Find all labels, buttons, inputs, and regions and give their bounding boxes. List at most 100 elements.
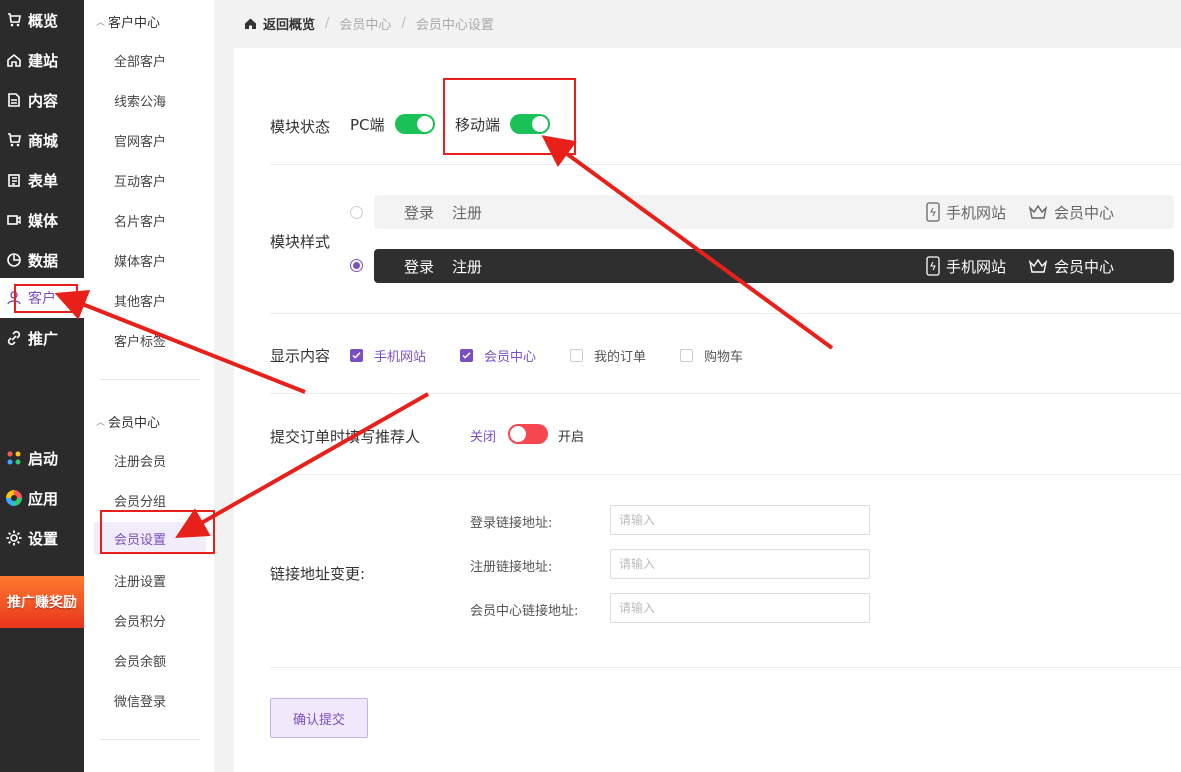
form-icon <box>4 170 24 190</box>
sub-item-interactive-customers[interactable]: 互动客户 <box>114 171 166 190</box>
mobile-toggle[interactable] <box>510 114 550 134</box>
mobile-label: 移动端 <box>455 116 501 134</box>
group-customer-center[interactable]: ︿ 客户中心 <box>96 12 160 31</box>
style-dark-radio[interactable] <box>350 259 363 272</box>
register-link-input[interactable] <box>610 549 870 579</box>
group-label: 会员中心 <box>108 416 161 431</box>
member-center-link-input[interactable] <box>610 593 870 623</box>
nav-label: 表单 <box>28 171 59 190</box>
sub-item-media-customers[interactable]: 媒体客户 <box>114 251 166 270</box>
sub-item-register-settings[interactable]: 注册设置 <box>114 571 166 590</box>
referrer-label: 提交订单时填写推荐人 <box>270 428 421 446</box>
nav-label: 启动 <box>28 449 59 468</box>
sub-item-customer-tags[interactable]: 客户标签 <box>114 331 166 350</box>
style-light-radio[interactable] <box>350 206 363 219</box>
style-dark-preview[interactable]: 登录 注册 手机网站 会员中心 <box>374 249 1174 283</box>
section-divider <box>270 393 1181 394</box>
section-divider <box>270 313 1181 314</box>
preview-mobile-site: 手机网站 <box>926 202 1006 223</box>
preview-member-center: 会员中心 <box>1028 256 1114 277</box>
phone-icon <box>926 256 940 276</box>
nav-item-settings[interactable]: 设置 <box>0 518 84 558</box>
nav-item-content[interactable]: 内容 <box>0 80 84 120</box>
sub-item-wechat-login[interactable]: 微信登录 <box>114 691 166 710</box>
show-my-orders-checkbox[interactable]: 我的订单 <box>570 346 646 365</box>
preview-login: 登录 <box>404 257 435 276</box>
section-divider <box>270 667 1181 668</box>
preview-mobile-site-label: 手机网站 <box>945 257 1006 276</box>
nav-item-launch[interactable]: 启动 <box>0 438 84 478</box>
link-icon <box>4 328 24 348</box>
referrer-on-label: 开启 <box>558 430 585 445</box>
pc-toggle[interactable] <box>395 114 435 134</box>
apps-icon <box>4 488 24 508</box>
breadcrumb-current: 会员中心设置 <box>415 18 494 33</box>
referrer-off-label: 关闭 <box>470 430 497 445</box>
nav-item-media[interactable]: 媒体 <box>0 200 84 240</box>
nav-label: 媒体 <box>28 211 59 230</box>
back-to-overview-link[interactable]: 返回概览 <box>244 14 315 33</box>
nav-label: 推广 <box>28 329 59 348</box>
breadcrumb-member-center[interactable]: 会员中心 <box>339 14 391 33</box>
nav-item-promote[interactable]: 推广 <box>0 318 84 358</box>
sub-item-card-customers[interactable]: 名片客户 <box>114 211 166 230</box>
nav-item-apps[interactable]: 应用 <box>0 478 84 518</box>
preview-right: 手机网站 会员中心 <box>904 202 1114 223</box>
show-cart-checkbox[interactable]: 购物车 <box>680 346 743 365</box>
sub-item-member-groups[interactable]: 会员分组 <box>114 491 166 510</box>
nav-label: 建站 <box>28 51 59 70</box>
sub-item-website-customers[interactable]: 官网客户 <box>114 131 166 150</box>
nav-label: 内容 <box>28 91 59 110</box>
sub-item-other-customers[interactable]: 其他客户 <box>114 291 166 310</box>
checkbox-label: 购物车 <box>704 350 744 365</box>
section-divider <box>270 164 1181 165</box>
preview-right: 手机网站 会员中心 <box>904 256 1114 277</box>
nav-item-shop[interactable]: 商城 <box>0 120 84 160</box>
pc-label: PC端 <box>350 116 385 134</box>
phone-icon <box>926 202 940 222</box>
video-icon <box>4 210 24 230</box>
sub-item-all-customers[interactable]: 全部客户 <box>114 51 166 70</box>
register-link-label: 注册链接地址: <box>470 560 553 575</box>
toggle-knob <box>532 116 548 132</box>
shop-icon <box>4 130 24 150</box>
module-status-label: 模块状态 <box>270 118 331 136</box>
breadcrumb: 返回概览 / 会员中心 / 会员中心设置 <box>244 14 494 33</box>
sub-item-member-points[interactable]: 会员积分 <box>114 611 166 630</box>
back-label: 返回概览 <box>263 18 316 33</box>
checkbox-box <box>570 349 583 362</box>
links-label: 链接地址变更: <box>270 565 366 583</box>
nav-item-overview[interactable]: 概览 <box>0 0 84 40</box>
nav-item-data[interactable]: 数据 <box>0 240 84 280</box>
show-member-center-checkbox[interactable]: 会员中心 <box>460 346 536 365</box>
display-content-label: 显示内容 <box>270 347 331 365</box>
sub-item-register-members[interactable]: 注册会员 <box>114 451 166 470</box>
sub-nav: ︿ 客户中心 全部客户 线索公海 官网客户 互动客户 名片客户 媒体客户 其他客户… <box>84 0 214 772</box>
sub-item-member-settings[interactable]: 会员设置 <box>94 522 206 554</box>
nav-label: 数据 <box>28 251 59 270</box>
toggle-knob <box>510 426 526 442</box>
nav-item-customer[interactable]: 客户 <box>0 278 84 318</box>
submit-button[interactable]: 确认提交 <box>270 698 368 738</box>
sub-item-leads[interactable]: 线索公海 <box>114 91 166 110</box>
home-icon <box>245 18 256 29</box>
section-divider <box>270 474 1181 475</box>
show-mobile-site-checkbox[interactable]: 手机网站 <box>350 346 426 365</box>
promo-banner[interactable]: 推广赚奖励 <box>0 576 84 628</box>
document-icon <box>4 90 24 110</box>
preview-login: 登录 <box>404 203 435 222</box>
breadcrumb-separator: / <box>325 16 330 31</box>
nav-item-form[interactable]: 表单 <box>0 160 84 200</box>
group-label: 客户中心 <box>108 16 161 31</box>
settings-panel: 模块状态 PC端 移动端 模块样式 登录 注册 手机网站 会员中心 登录 注册 … <box>234 48 1181 772</box>
module-style-label: 模块样式 <box>270 233 331 251</box>
promo-text: 推广赚奖励 <box>7 595 77 611</box>
nav-item-build[interactable]: 建站 <box>0 40 84 80</box>
referrer-toggle[interactable] <box>508 424 548 444</box>
style-light-preview[interactable]: 登录 注册 手机网站 会员中心 <box>374 195 1174 229</box>
member-center-link-label: 会员中心链接地址: <box>470 604 579 619</box>
group-member-center[interactable]: ︿ 会员中心 <box>96 412 160 431</box>
login-link-input[interactable] <box>610 505 870 535</box>
checkbox-label: 我的订单 <box>594 350 647 365</box>
sub-item-member-balance[interactable]: 会员余额 <box>114 651 166 670</box>
